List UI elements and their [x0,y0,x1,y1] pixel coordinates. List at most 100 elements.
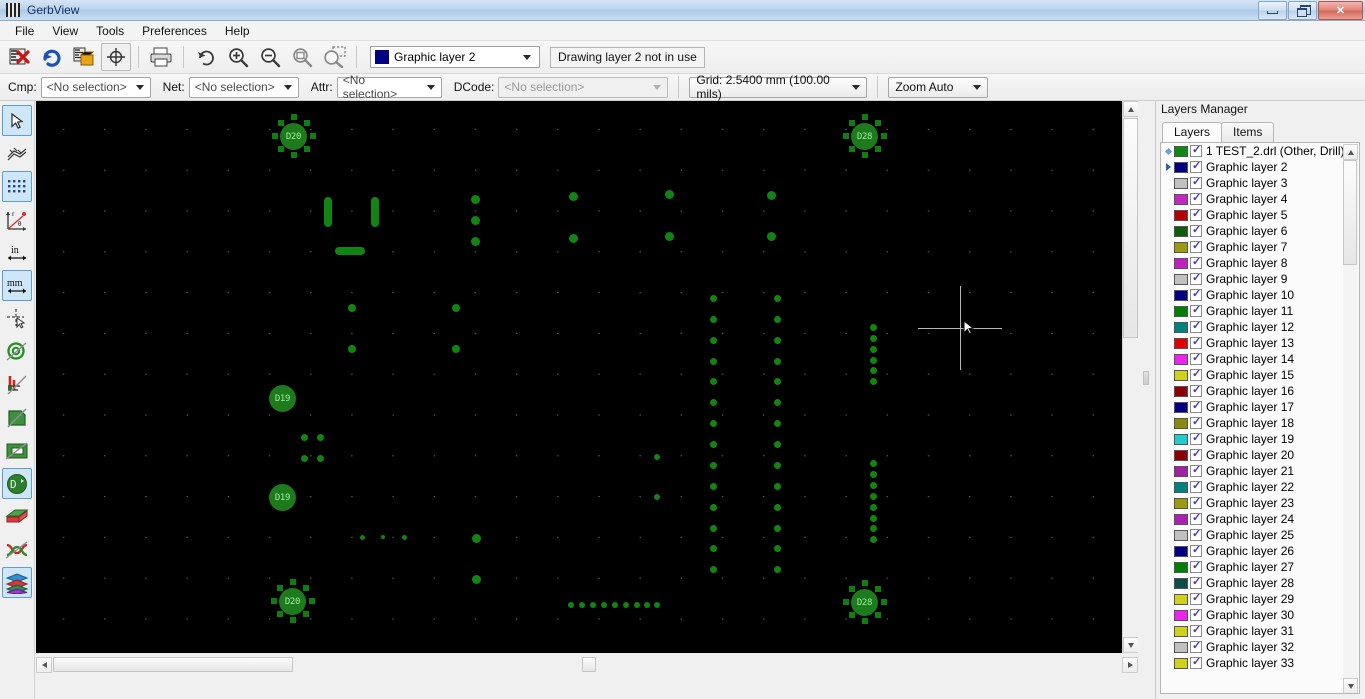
print-button[interactable] [146,43,176,71]
layers-scroll-thumb[interactable] [1343,160,1357,265]
layer-row[interactable]: Graphic layer 33 [1161,655,1359,671]
horizontal-scroll-thumb[interactable] [53,657,293,672]
layer-color-swatch[interactable] [1174,385,1188,397]
layer-visibility-checkbox[interactable] [1190,367,1202,381]
layer-visibility-checkbox[interactable] [1190,543,1202,557]
layer-row[interactable]: Graphic layer 19 [1161,431,1359,447]
active-layer-select[interactable]: Graphic layer 2 [370,46,540,68]
layer-color-swatch[interactable] [1174,657,1188,669]
layer-visibility-checkbox[interactable] [1190,463,1202,477]
layer-row[interactable]: Graphic layer 18 [1161,415,1359,431]
canvas-vertical-scrollbar[interactable] [1122,101,1139,653]
layer-visibility-checkbox[interactable] [1190,271,1202,285]
layer-color-swatch[interactable] [1174,465,1188,477]
layer-color-swatch[interactable] [1174,337,1188,349]
layer-visibility-checkbox[interactable] [1190,511,1202,525]
layer-color-swatch[interactable] [1174,145,1188,157]
print-preview-button[interactable] [101,43,131,71]
layer-row[interactable]: Graphic layer 17 [1161,399,1359,415]
layers-scroll-down-button[interactable] [1343,678,1358,693]
layer-row[interactable]: Graphic layer 13 [1161,335,1359,351]
scroll-left-button[interactable] [36,657,52,673]
toggle-polar-coords-button[interactable] [2,138,32,169]
reload-button[interactable] [37,43,67,71]
tab-layers[interactable]: Layers [1162,122,1223,142]
layer-color-swatch[interactable] [1174,481,1188,493]
layer-color-swatch[interactable] [1174,273,1188,285]
layer-color-swatch[interactable] [1174,401,1188,413]
grid-select[interactable]: Grid: 2.5400 mm (100.00 mils) [689,73,868,101]
layer-row[interactable]: Graphic layer 9 [1161,271,1359,287]
layer-color-swatch[interactable] [1174,545,1188,557]
minimize-button[interactable] [1258,0,1287,20]
layer-color-swatch[interactable] [1174,209,1188,221]
layer-row[interactable]: Graphic layer 24 [1161,511,1359,527]
menu-view[interactable]: View [43,22,87,40]
net-select[interactable]: <No selection> [188,76,299,98]
layer-visibility-checkbox[interactable] [1190,575,1202,589]
vertical-scroll-thumb[interactable] [1123,118,1138,338]
clear-layers-button[interactable] [5,43,35,71]
restore-button[interactable] [1288,0,1317,20]
layer-visibility-checkbox[interactable] [1190,207,1202,221]
layer-visibility-checkbox[interactable] [1190,559,1202,573]
layer-row[interactable]: 1 TEST_2.drl (Other, Drill) [1161,143,1359,159]
tab-items[interactable]: Items [1221,122,1275,142]
refresh-view-button[interactable] [191,43,221,71]
layer-visibility-checkbox[interactable] [1190,447,1202,461]
layer-color-swatch[interactable] [1174,305,1188,317]
layer-row[interactable]: Graphic layer 6 [1161,223,1359,239]
layer-visibility-checkbox[interactable] [1190,527,1202,541]
layer-visibility-checkbox[interactable] [1190,287,1202,301]
layer-visibility-checkbox[interactable] [1190,479,1202,493]
zoom-area-button[interactable] [319,43,349,71]
polar-coordinates-button[interactable]: r θ [2,204,32,235]
scroll-up-button[interactable] [1123,101,1139,117]
layer-row[interactable]: Graphic layer 30 [1161,607,1359,623]
layer-color-swatch[interactable] [1174,321,1188,333]
layer-visibility-checkbox[interactable] [1190,159,1202,173]
layer-color-swatch[interactable] [1174,497,1188,509]
cmp-select[interactable]: <No selection> [40,76,151,98]
layer-visibility-checkbox[interactable] [1190,655,1202,669]
layer-visibility-checkbox[interactable] [1190,623,1202,637]
layer-visibility-checkbox[interactable] [1190,431,1202,445]
layer-color-swatch[interactable] [1174,257,1188,269]
units-inches-button[interactable]: in [2,237,32,268]
zoom-out-button[interactable] [255,43,285,71]
layer-row[interactable]: Graphic layer 32 [1161,639,1359,655]
layer-row[interactable]: Graphic layer 12 [1161,319,1359,335]
show-pads-sketch-button[interactable] [2,336,32,367]
layer-color-swatch[interactable] [1174,225,1188,237]
layer-color-swatch[interactable] [1174,529,1188,541]
layer-color-swatch[interactable] [1174,625,1188,637]
layer-row[interactable]: Graphic layer 20 [1161,447,1359,463]
layer-color-swatch[interactable] [1174,561,1188,573]
dcode-select[interactable]: <No selection> [498,76,669,98]
toggle-grid-button[interactable] [2,171,32,202]
menu-file[interactable]: File [6,22,43,40]
layer-visibility-checkbox[interactable] [1190,351,1202,365]
layer-color-swatch[interactable] [1174,449,1188,461]
layer-color-swatch[interactable] [1174,577,1188,589]
layer-visibility-checkbox[interactable] [1190,335,1202,349]
layer-row[interactable]: Graphic layer 15 [1161,367,1359,383]
layers-list-scrollbar[interactable] [1343,144,1358,693]
zoom-select[interactable]: Zoom Auto [888,76,989,98]
layer-color-swatch[interactable] [1174,513,1188,525]
menu-help[interactable]: Help [216,22,259,40]
show-negative-objects-button[interactable] [2,435,32,466]
layer-color-swatch[interactable] [1174,369,1188,381]
zoom-fit-button[interactable] [287,43,317,71]
horizontal-scroll-marker[interactable] [582,657,596,672]
layer-row[interactable]: Graphic layer 23 [1161,495,1359,511]
close-button[interactable]: ✕ [1318,0,1363,20]
layer-visibility-checkbox[interactable] [1190,399,1202,413]
expand-dot-icon[interactable] [1163,147,1174,155]
expand-triangle-icon[interactable] [1163,163,1174,171]
layer-visibility-checkbox[interactable] [1190,607,1202,621]
layer-row[interactable]: Graphic layer 4 [1161,191,1359,207]
layer-row[interactable]: Graphic layer 5 [1161,207,1359,223]
layer-visibility-checkbox[interactable] [1190,255,1202,269]
layer-color-swatch[interactable] [1174,593,1188,605]
